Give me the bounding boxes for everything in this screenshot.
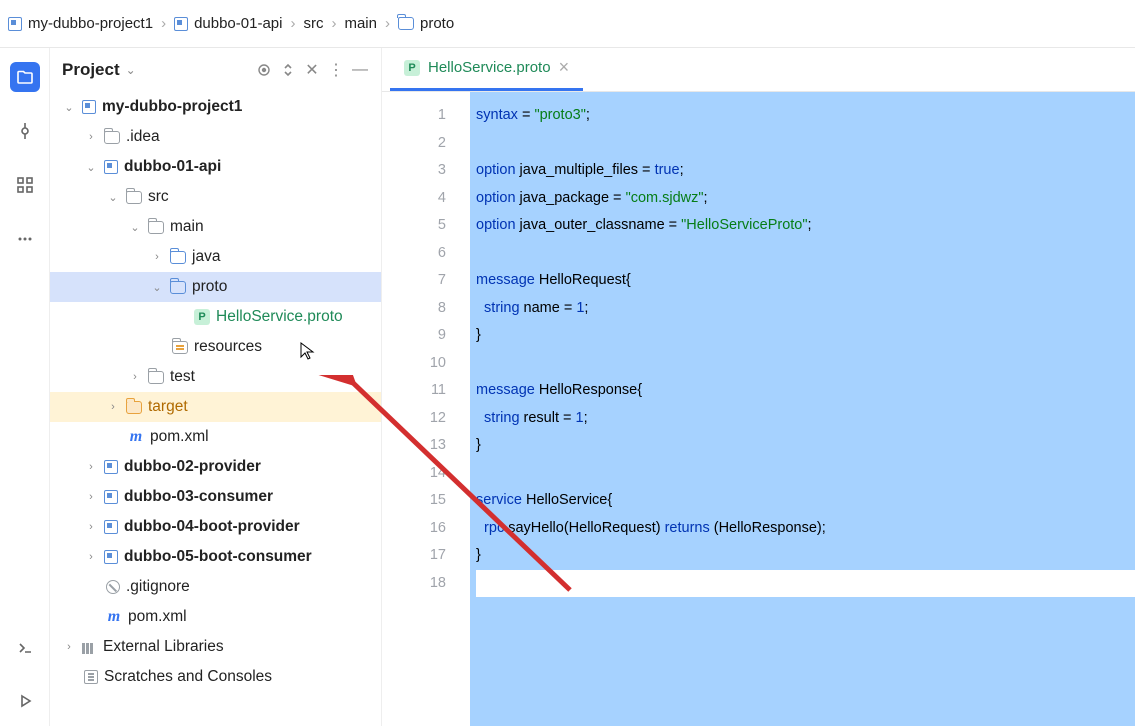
tab-title: HelloService.proto — [428, 59, 551, 76]
tree-node-test[interactable]: ›test — [50, 362, 381, 392]
panel-options-icon[interactable]: ⋮ — [327, 61, 345, 79]
module-icon — [8, 17, 22, 31]
breadcrumb: my-dubbo-project1 › dubbo-01-api › src ›… — [0, 0, 1135, 48]
module-icon — [104, 490, 118, 504]
editor-tabs: P HelloService.proto × — [382, 48, 1135, 92]
terminal-tool-button[interactable] — [10, 632, 40, 662]
tree-node-pom2[interactable]: mpom.xml — [50, 602, 381, 632]
resources-folder-icon — [172, 341, 188, 354]
tree-node-pom1[interactable]: mpom.xml — [50, 422, 381, 452]
library-icon — [82, 640, 97, 654]
tree-node-api[interactable]: ⌄dubbo-01-api — [50, 152, 381, 182]
module-icon — [174, 17, 188, 31]
tree-node-resources[interactable]: resources — [50, 332, 381, 362]
line-number: 9 — [382, 322, 446, 350]
line-number: 11 — [382, 377, 446, 405]
line-number: 18 — [382, 570, 446, 598]
line-number: 8 — [382, 295, 446, 323]
close-tab-icon[interactable]: × — [559, 57, 570, 78]
proto-file-icon: P — [194, 309, 210, 325]
maven-icon: m — [128, 428, 144, 446]
line-number: 6 — [382, 240, 446, 268]
module-icon — [104, 520, 118, 534]
source-folder-icon — [170, 281, 186, 294]
maven-icon: m — [106, 608, 122, 626]
proto-file-icon: P — [404, 60, 420, 76]
line-number: 16 — [382, 515, 446, 543]
line-number: 17 — [382, 542, 446, 570]
line-number: 7 — [382, 267, 446, 295]
module-icon — [104, 160, 118, 174]
folder-icon — [104, 131, 120, 144]
breadcrumb-item-api[interactable]: dubbo-01-api — [174, 15, 282, 32]
chevron-right-icon: › — [161, 15, 166, 32]
line-number: 3 — [382, 157, 446, 185]
tree-node-proto-file[interactable]: PHelloService.proto — [50, 302, 381, 332]
module-icon — [104, 460, 118, 474]
breadcrumb-item-main[interactable]: main — [344, 15, 377, 32]
tree-node-idea[interactable]: ›.idea — [50, 122, 381, 152]
folder-icon — [126, 191, 142, 204]
editor-tab[interactable]: P HelloService.proto × — [390, 47, 583, 91]
tree-node-mod3[interactable]: ›dubbo-03-consumer — [50, 482, 381, 512]
hide-panel-icon[interactable]: — — [351, 61, 369, 79]
breadcrumb-item-proto[interactable]: proto — [398, 15, 454, 32]
select-opened-file-icon[interactable] — [255, 61, 273, 79]
more-tool-button[interactable] — [10, 224, 40, 254]
chevron-right-icon: › — [290, 15, 295, 32]
source-folder-icon — [170, 251, 186, 264]
tree-node-scratches[interactable]: Scratches and Consoles — [50, 662, 381, 692]
line-number: 12 — [382, 405, 446, 433]
folder-icon — [148, 371, 164, 384]
collapse-all-icon[interactable]: ✕ — [303, 61, 321, 79]
breadcrumb-item-src[interactable]: src — [303, 15, 323, 32]
code-editor[interactable]: 1 2 3 4 5 6 7 8 9 10 11 12 13 14 15 16 1… — [382, 92, 1135, 726]
tree-node-mod5[interactable]: ›dubbo-05-boot-consumer — [50, 542, 381, 572]
line-number: 15 — [382, 487, 446, 515]
editor-area: P HelloService.proto × 1 2 3 4 5 6 7 8 9… — [382, 48, 1135, 726]
project-panel-header: Project ⌄ ✕ ⋮ — — [50, 48, 381, 92]
line-number: 10 — [382, 350, 446, 378]
breadcrumb-item-root[interactable]: my-dubbo-project1 — [8, 15, 153, 32]
tree-node-mod2[interactable]: ›dubbo-02-provider — [50, 452, 381, 482]
line-number: 13 — [382, 432, 446, 460]
code-content[interactable]: syntax = "proto3"; option java_multiple_… — [470, 92, 1135, 726]
tree-node-java[interactable]: ›java — [50, 242, 381, 272]
line-gutter: 1 2 3 4 5 6 7 8 9 10 11 12 13 14 15 16 1… — [382, 92, 470, 726]
gitignore-icon — [106, 580, 120, 594]
panel-title: Project — [62, 60, 120, 80]
tree-node-mod4[interactable]: ›dubbo-04-boot-provider — [50, 512, 381, 542]
structure-tool-button[interactable] — [10, 170, 40, 200]
services-tool-button[interactable] — [10, 686, 40, 716]
module-icon — [104, 550, 118, 564]
chevron-down-icon[interactable]: ⌄ — [126, 63, 136, 77]
tool-rail — [0, 48, 50, 726]
line-number: 14 — [382, 460, 446, 488]
tree-node-main[interactable]: ⌄main — [50, 212, 381, 242]
scratch-icon — [84, 670, 98, 684]
tree-node-external-libs[interactable]: ›External Libraries — [50, 632, 381, 662]
line-number: 5 — [382, 212, 446, 240]
expand-all-icon[interactable] — [279, 61, 297, 79]
commit-tool-button[interactable] — [10, 116, 40, 146]
folder-icon — [148, 221, 164, 234]
chevron-right-icon: › — [331, 15, 336, 32]
line-number: 2 — [382, 130, 446, 158]
tree-node-root[interactable]: ⌄my-dubbo-project1 — [50, 92, 381, 122]
project-panel: Project ⌄ ✕ ⋮ — ⌄my-dubbo-project1 ›.ide… — [50, 48, 382, 726]
chevron-right-icon: › — [385, 15, 390, 32]
project-tree[interactable]: ⌄my-dubbo-project1 ›.idea ⌄dubbo-01-api … — [50, 92, 381, 726]
line-number: 4 — [382, 185, 446, 213]
project-tool-button[interactable] — [10, 62, 40, 92]
tree-node-gitignore[interactable]: .gitignore — [50, 572, 381, 602]
tree-node-src[interactable]: ⌄src — [50, 182, 381, 212]
folder-icon — [398, 17, 414, 30]
tree-node-target[interactable]: ›target — [50, 392, 381, 422]
module-icon — [82, 100, 96, 114]
line-number: 1 — [382, 102, 446, 130]
tree-node-proto[interactable]: ⌄proto — [50, 272, 381, 302]
excluded-folder-icon — [126, 401, 142, 414]
